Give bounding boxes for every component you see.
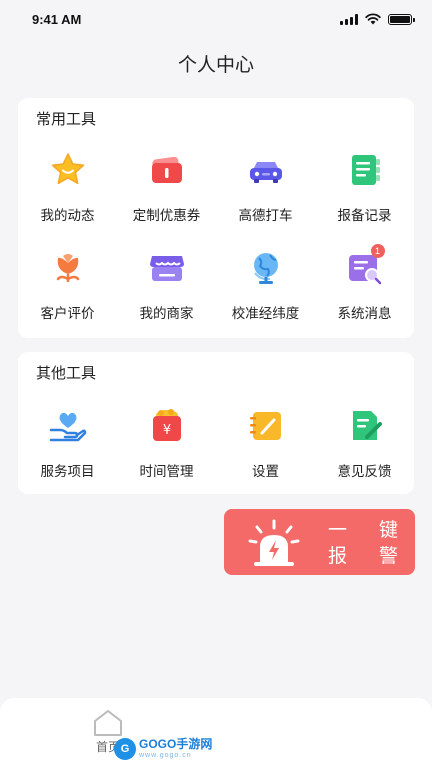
home-icon — [94, 710, 122, 736]
alarm-label-char: 警 — [378, 545, 398, 567]
tool-time-management[interactable]: ¥ 时间管理 — [117, 406, 216, 480]
watermark-url: www.gogo.cn — [139, 752, 192, 759]
page-title: 个人中心 — [177, 54, 254, 76]
store-icon — [147, 248, 187, 288]
tool-label: 系统消息 — [337, 306, 392, 322]
wifi-icon — [365, 13, 381, 25]
tool-label: 我的商家 — [139, 306, 194, 322]
status-bar: 9:41 AM — [0, 0, 432, 40]
tool-calibrate-coordinates[interactable]: 校准经纬度 — [216, 248, 315, 322]
common-tools-card: 常用工具 我的动态 定制优惠券 高德打车 报备记录 客户评价 我的商家 校准经纬… — [18, 98, 414, 338]
globe-icon — [246, 248, 286, 288]
common-tools-row-2: 客户评价 我的商家 校准经纬度 1 系统消息 — [18, 244, 414, 322]
bottom-tab-bar: 首页 — [0, 698, 432, 768]
alarm-label-char: 一 — [328, 519, 348, 541]
tool-customer-reviews[interactable]: 客户评价 — [18, 248, 117, 322]
tool-label: 校准经纬度 — [231, 306, 300, 322]
heart-hand-icon — [48, 406, 88, 446]
star-icon — [48, 150, 88, 190]
svg-text:¥: ¥ — [162, 423, 170, 438]
tool-amap-taxi[interactable]: 高德打车 — [216, 150, 315, 224]
one-tap-alarm-button[interactable]: 一 键 报 警 — [224, 509, 415, 575]
battery-icon — [388, 13, 415, 25]
status-time: 9:41 AM — [32, 12, 82, 27]
car-icon — [246, 150, 286, 190]
tool-label: 高德打车 — [238, 208, 293, 224]
alarm-label: 一 键 报 警 — [328, 517, 398, 569]
tool-label: 时间管理 — [139, 464, 194, 480]
tool-settings[interactable]: 设置 — [216, 406, 315, 480]
other-tools-title: 其他工具 — [36, 364, 97, 382]
feedback-edit-icon — [345, 406, 385, 446]
tool-label: 服务项目 — [40, 464, 95, 480]
other-tools-card: 其他工具 服务项目 ¥ 时间管理 设置 意见反馈 — [18, 352, 414, 494]
tool-my-merchants[interactable]: 我的商家 — [117, 248, 216, 322]
red-envelope-icon: ¥ — [147, 406, 187, 446]
tool-service-items[interactable]: 服务项目 — [18, 406, 117, 480]
tool-label: 意见反馈 — [337, 464, 392, 480]
tool-report-records[interactable]: 报备记录 — [315, 150, 414, 224]
tool-label: 我的动态 — [40, 208, 95, 224]
watermark-text: GOGO手游网 — [139, 737, 213, 751]
record-list-icon — [345, 150, 385, 190]
tool-custom-coupon[interactable]: 定制优惠券 — [117, 150, 216, 224]
alarm-label-char: 报 — [328, 545, 348, 567]
unread-badge: 1 — [370, 244, 385, 258]
tool-label: 设置 — [252, 464, 279, 480]
alarm-siren-icon — [248, 519, 300, 566]
notepad-icon — [246, 406, 286, 446]
status-icons — [340, 13, 415, 25]
tool-feedback[interactable]: 意见反馈 — [315, 406, 414, 480]
coupon-icon — [147, 150, 187, 190]
flower-icon — [48, 248, 88, 288]
other-tools-row: 服务项目 ¥ 时间管理 设置 意见反馈 — [18, 406, 414, 480]
tool-my-posts[interactable]: 我的动态 — [18, 150, 117, 224]
tool-label: 客户评价 — [40, 306, 95, 322]
tool-label: 定制优惠券 — [132, 208, 201, 224]
common-tools-title: 常用工具 — [36, 110, 97, 128]
watermark: G GOGO手游网 www.gogo.cn — [114, 738, 212, 760]
watermark-logo-icon: G — [114, 738, 136, 760]
common-tools-row-1: 我的动态 定制优惠券 高德打车 报备记录 — [18, 150, 414, 224]
message-search-icon: 1 — [345, 244, 385, 288]
signal-icon — [340, 13, 358, 25]
tool-system-messages[interactable]: 1 系统消息 — [315, 244, 414, 322]
alarm-label-char: 键 — [378, 519, 398, 541]
tool-label: 报备记录 — [337, 208, 392, 224]
